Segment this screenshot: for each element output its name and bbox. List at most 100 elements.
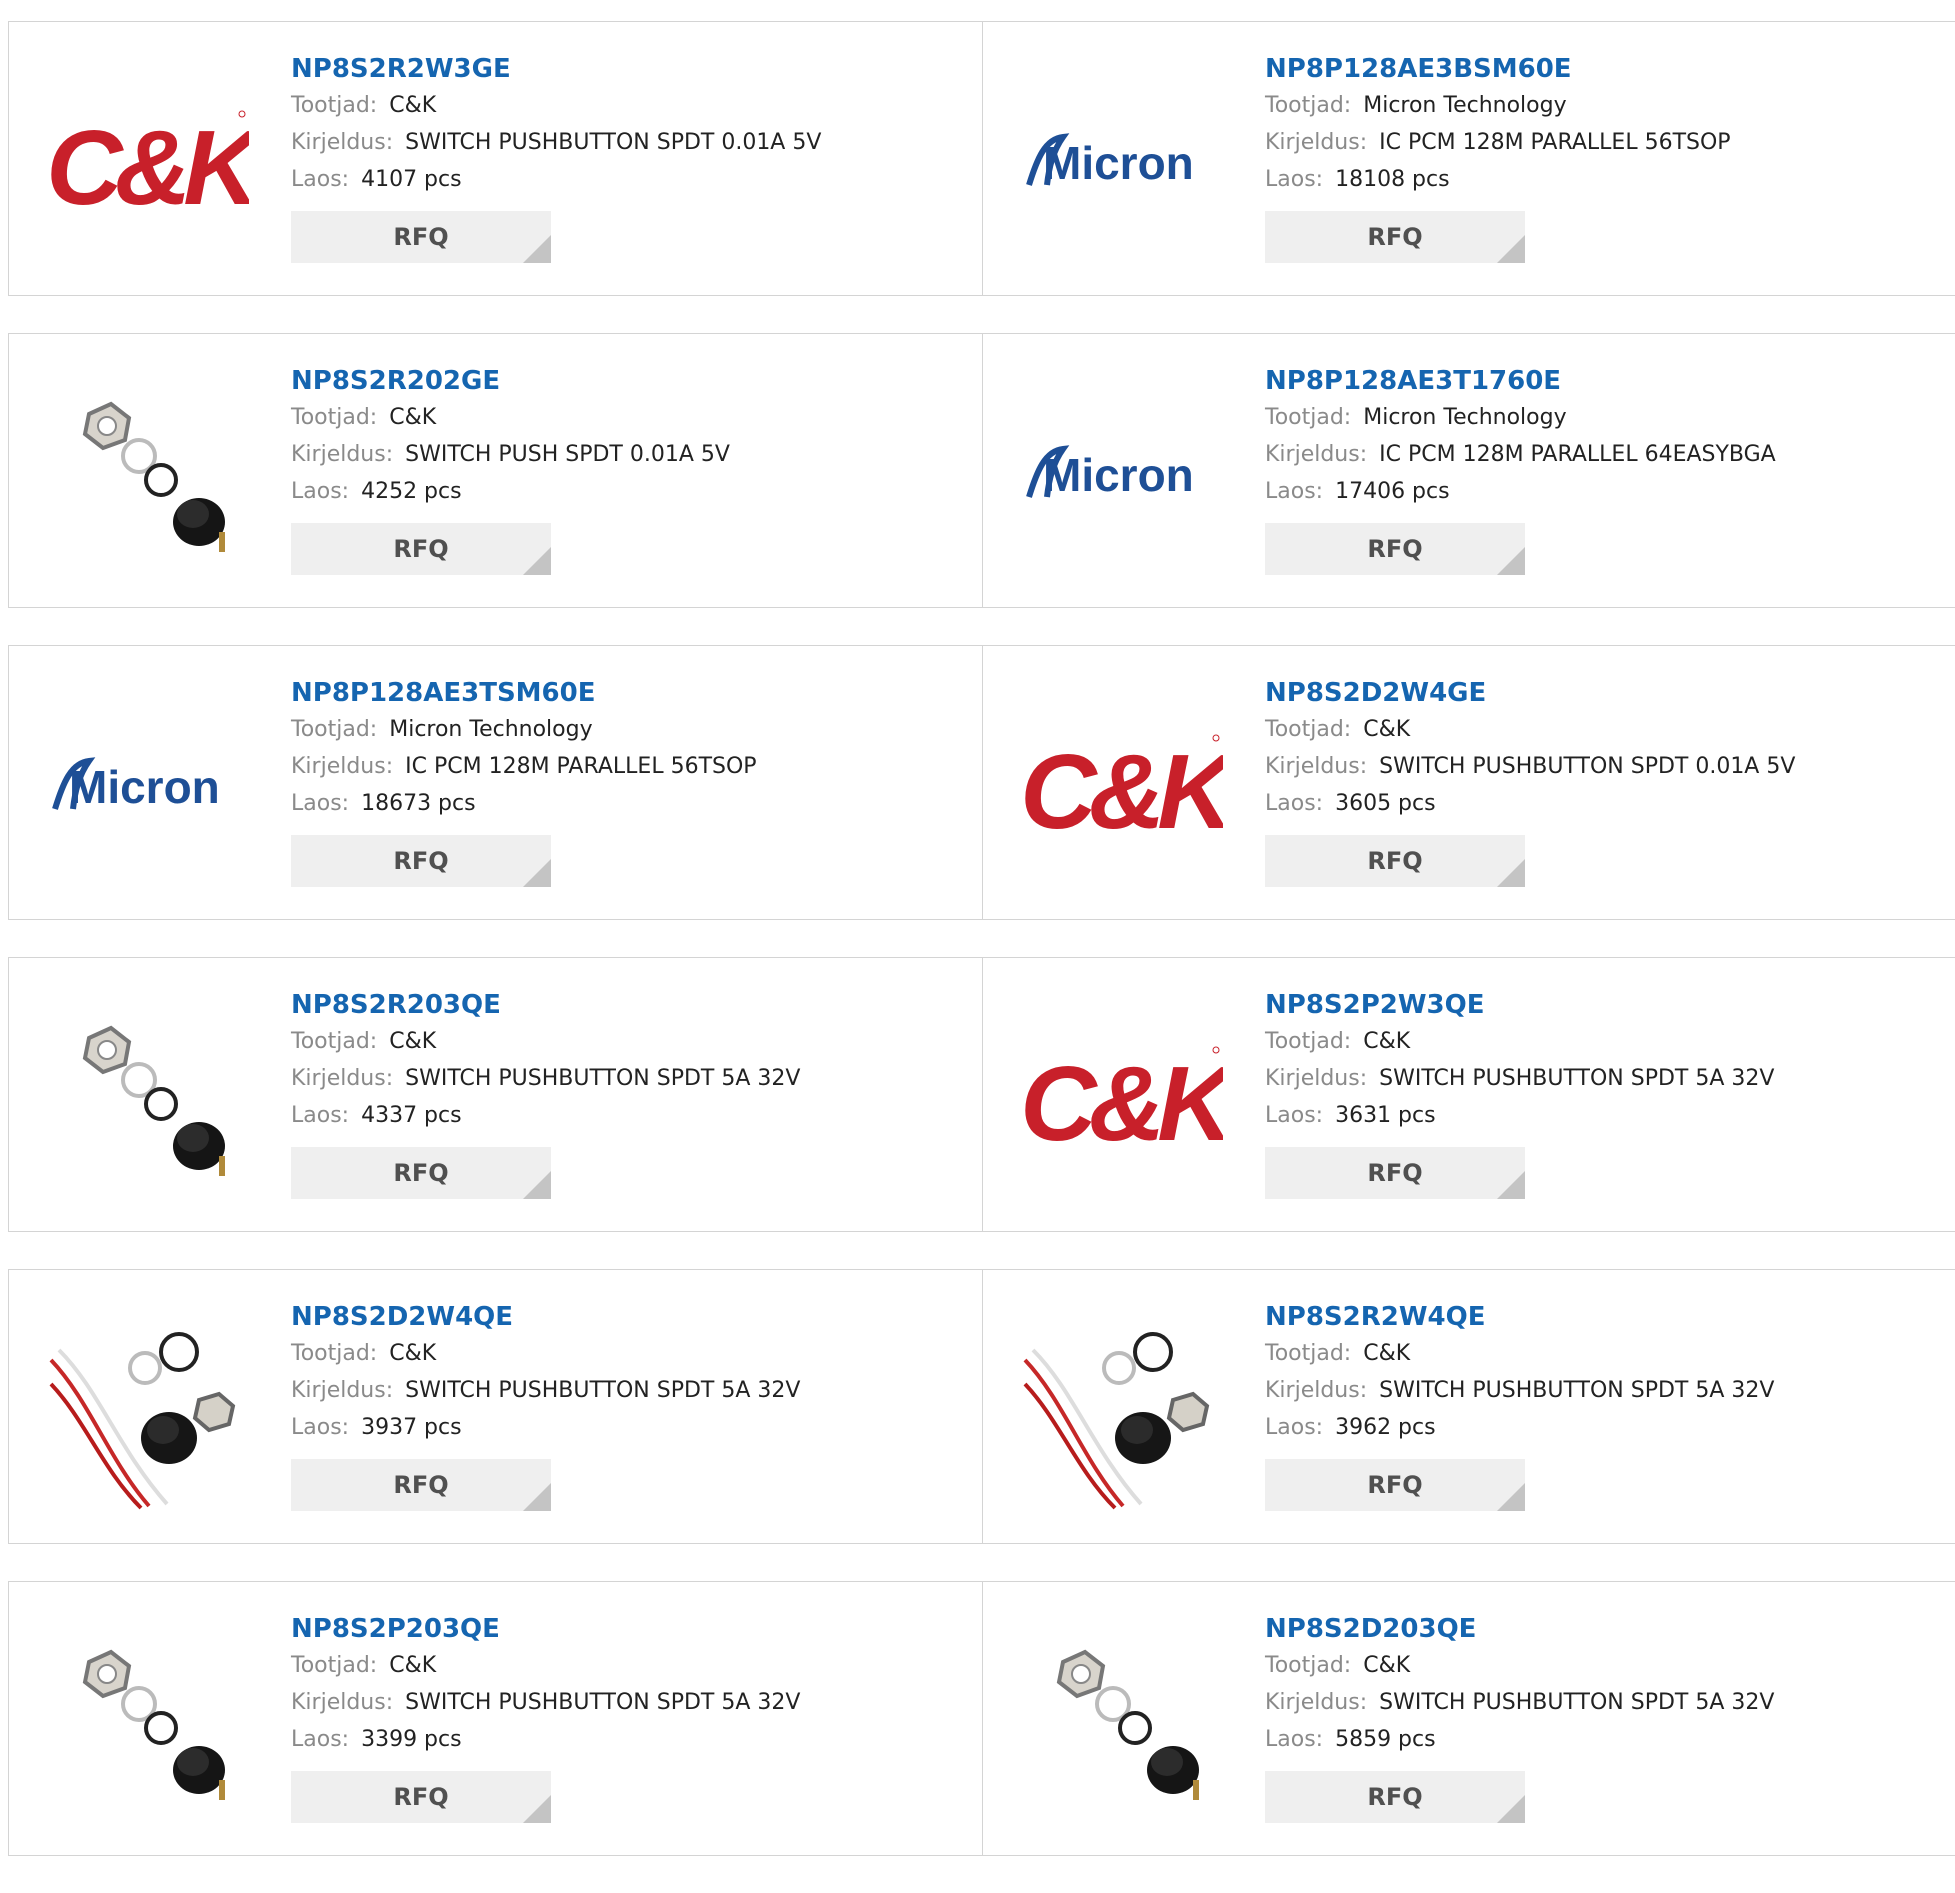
corner-decoration <box>523 859 551 887</box>
manufacturer-label: Tootjad: <box>1265 1029 1352 1054</box>
part-number-link[interactable]: NP8S2R2W3GE <box>291 51 821 87</box>
rfq-label: RFQ <box>1367 847 1423 875</box>
manufacturer-value: C&K <box>1363 717 1411 742</box>
product-info: NP8S2R202GE Tootjad: C&K Kirjeldus: SWITCH P… <box>291 363 730 575</box>
product-card: C&K NP8S2D2W4GE Tootjad: C&K Kirjeldus: SWIT… <box>982 646 1955 919</box>
part-number-link[interactable]: NP8P128AE3T1760E <box>1265 363 1776 399</box>
svg-text:C&K: C&K <box>1023 1045 1223 1158</box>
product-info: NP8S2P2W3QE Tootjad: C&K Kirjeldus: SWITCH P… <box>1265 987 1774 1199</box>
stock-line: Laos: 3631 pcs <box>1265 1097 1774 1134</box>
stock-line: Laos: 3399 pcs <box>291 1721 800 1758</box>
part-number-link[interactable]: NP8S2R202GE <box>291 363 730 399</box>
manufacturer-line: Tootjad: C&K <box>1265 1023 1774 1060</box>
rfq-button[interactable]: RFQ <box>1265 523 1525 575</box>
manufacturer-value: C&K <box>1363 1341 1411 1366</box>
manufacturer-line: Tootjad: C&K <box>1265 1647 1774 1684</box>
manufacturer-value: C&K <box>389 405 437 430</box>
stock-line: Laos: 4337 pcs <box>291 1097 800 1134</box>
product-info: NP8S2D2W4GE Tootjad: C&K Kirjeldus: SWITCH P… <box>1265 675 1795 887</box>
part-number-link[interactable]: NP8P128AE3TSM60E <box>291 675 757 711</box>
product-info: NP8S2R203QE Tootjad: C&K Kirjeldus: SWITCH P… <box>291 987 800 1199</box>
manufacturer-line: Tootjad: C&K <box>291 1023 800 1060</box>
product-image[interactable]: Micron <box>49 686 249 886</box>
manufacturer-line: Tootjad: C&K <box>291 399 730 436</box>
part-number-link[interactable]: NP8S2D203QE <box>1265 1611 1774 1647</box>
micron-logo: Micron <box>52 757 220 813</box>
product-image[interactable] <box>1023 1622 1223 1822</box>
description-label: Kirjeldus: <box>1265 754 1368 779</box>
stock-line: Laos: 18673 pcs <box>291 785 757 822</box>
rfq-button[interactable]: RFQ <box>1265 1459 1525 1511</box>
manufacturer-value: C&K <box>389 93 437 118</box>
rfq-label: RFQ <box>1367 1471 1423 1499</box>
product-card: Micron NP8P128AE3T1760E Tootjad: Micron Te… <box>982 334 1955 607</box>
product-image[interactable]: C&K <box>49 62 249 262</box>
rfq-button[interactable]: RFQ <box>291 1147 551 1199</box>
product-image[interactable] <box>49 1622 249 1822</box>
rfq-button[interactable]: RFQ <box>1265 1147 1525 1199</box>
description-value: IC PCM 128M PARALLEL 64EASYBGA <box>1379 442 1776 467</box>
product-image[interactable]: C&K <box>1023 686 1223 886</box>
corner-decoration <box>1497 859 1525 887</box>
rfq-button[interactable]: RFQ <box>291 1459 551 1511</box>
product-info: NP8S2R2W3GE Tootjad: C&K Kirjeldus: SWITCH P… <box>291 51 821 263</box>
product-image[interactable] <box>49 998 249 1198</box>
stock-line: Laos: 5859 pcs <box>1265 1721 1774 1758</box>
manufacturer-value: Micron Technology <box>1363 405 1567 430</box>
part-number-link[interactable]: NP8P128AE3BSM60E <box>1265 51 1731 87</box>
description-value: SWITCH PUSHBUTTON SPDT 5A 32V <box>1379 1690 1775 1715</box>
description-value: SWITCH PUSH SPDT 0.01A 5V <box>405 442 730 467</box>
rfq-label: RFQ <box>393 223 449 251</box>
description-label: Kirjeldus: <box>1265 1690 1368 1715</box>
description-line: Kirjeldus: IC PCM 128M PARALLEL 56TSOP <box>291 748 757 785</box>
svg-text:C&K: C&K <box>1023 733 1223 846</box>
description-line: Kirjeldus: IC PCM 128M PARALLEL 56TSOP <box>1265 124 1731 161</box>
product-image[interactable]: C&K <box>1023 998 1223 1198</box>
rfq-button[interactable]: RFQ <box>291 523 551 575</box>
product-grid: C&K NP8S2R2W3GE Tootjad: C&K Kirjeldus: SWIT… <box>8 21 1955 1893</box>
product-image[interactable] <box>49 374 249 574</box>
stock-line: Laos: 18108 pcs <box>1265 161 1731 198</box>
product-image[interactable]: Micron <box>1023 374 1223 574</box>
product-image[interactable] <box>1023 1310 1223 1510</box>
manufacturer-line: Tootjad: Micron Technology <box>1265 87 1731 124</box>
part-number-link[interactable]: NP8S2D2W4QE <box>291 1299 800 1335</box>
rfq-label: RFQ <box>393 847 449 875</box>
manufacturer-value: C&K <box>389 1029 437 1054</box>
product-image[interactable]: Micron <box>1023 62 1223 262</box>
rfq-button[interactable]: RFQ <box>1265 835 1525 887</box>
stock-label: Laos: <box>1265 167 1324 192</box>
manufacturer-label: Tootjad: <box>291 405 378 430</box>
description-value: SWITCH PUSHBUTTON SPDT 5A 32V <box>1379 1378 1775 1403</box>
ck-logo: C&K <box>49 109 249 222</box>
product-image[interactable] <box>49 1310 249 1510</box>
rfq-button[interactable]: RFQ <box>1265 1771 1525 1823</box>
part-number-link[interactable]: NP8S2P203QE <box>291 1611 800 1647</box>
manufacturer-value: C&K <box>389 1341 437 1366</box>
part-number-link[interactable]: NP8S2R2W4QE <box>1265 1299 1774 1335</box>
part-number-link[interactable]: NP8S2R203QE <box>291 987 800 1023</box>
description-line: Kirjeldus: SWITCH PUSH SPDT 0.01A 5V <box>291 436 730 473</box>
description-line: Kirjeldus: SWITCH PUSHBUTTON SPDT 5A 32V <box>1265 1684 1774 1721</box>
manufacturer-label: Tootjad: <box>291 717 378 742</box>
stock-line: Laos: 3937 pcs <box>291 1409 800 1446</box>
product-row: C&K NP8S2R2W3GE Tootjad: C&K Kirjeldus: SWIT… <box>8 21 1955 296</box>
wired-pushbutton-photo <box>1023 1332 1210 1510</box>
manufacturer-value: Micron Technology <box>1363 93 1567 118</box>
manufacturer-value: C&K <box>1363 1653 1411 1678</box>
rfq-button[interactable]: RFQ <box>291 1771 551 1823</box>
stock-value: 3962 pcs <box>1335 1415 1436 1440</box>
manufacturer-value: C&K <box>389 1653 437 1678</box>
manufacturer-line: Tootjad: C&K <box>291 1335 800 1372</box>
part-number-link[interactable]: NP8S2P2W3QE <box>1265 987 1774 1023</box>
description-value: SWITCH PUSHBUTTON SPDT 5A 32V <box>405 1378 801 1403</box>
rfq-button[interactable]: RFQ <box>1265 211 1525 263</box>
part-number-link[interactable]: NP8S2D2W4GE <box>1265 675 1795 711</box>
stock-value: 3937 pcs <box>361 1415 462 1440</box>
description-value: SWITCH PUSHBUTTON SPDT 0.01A 5V <box>1379 754 1796 779</box>
rfq-button[interactable]: RFQ <box>291 211 551 263</box>
stock-label: Laos: <box>291 167 350 192</box>
rfq-button[interactable]: RFQ <box>291 835 551 887</box>
rfq-label: RFQ <box>393 535 449 563</box>
corner-decoration <box>523 1171 551 1199</box>
